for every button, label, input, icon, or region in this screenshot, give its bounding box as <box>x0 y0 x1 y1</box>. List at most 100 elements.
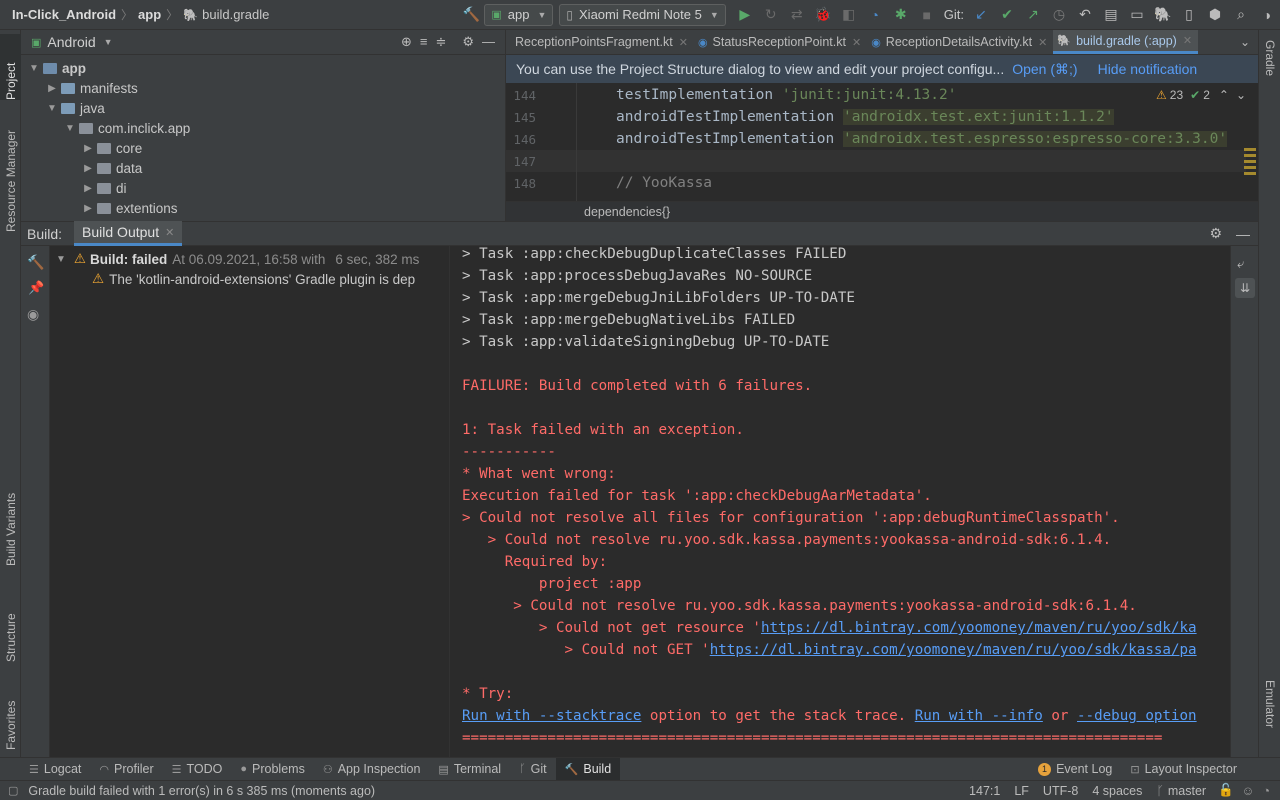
git-branch[interactable]: master <box>1168 784 1206 798</box>
apply-changes-icon[interactable]: ↻ <box>758 3 784 27</box>
settings-sync-icon[interactable]: ◑ <box>1254 3 1280 27</box>
tab-build-output[interactable]: Build Output ✕ <box>74 221 183 246</box>
tree-item[interactable]: ▶ extentions <box>21 198 505 218</box>
indent-setting[interactable]: 4 spaces <box>1092 784 1142 798</box>
hide-notification-link[interactable]: Hide notification <box>1098 61 1198 77</box>
chevron-down-icon[interactable]: ▼ <box>27 63 41 74</box>
sync-gradle-icon[interactable]: 🐘 <box>1150 3 1176 27</box>
close-icon[interactable]: ✕ <box>1183 34 1192 47</box>
git-push-icon[interactable]: ↗ <box>1020 3 1046 27</box>
tab-git[interactable]: ᚴ Git <box>510 758 556 781</box>
close-icon[interactable]: ✕ <box>852 36 861 49</box>
tree-item[interactable]: ▼ com.inclick.app <box>21 118 505 138</box>
tab-build[interactable]: 🔨 Build <box>555 757 621 781</box>
tab-resource-manager[interactable]: Resource Manager <box>0 112 21 232</box>
collapse-all-icon[interactable]: ≑ <box>435 34 446 50</box>
code-line[interactable]: 147 <box>506 150 1246 172</box>
tree-item[interactable]: ▶ core <box>21 138 505 158</box>
scroll-to-end-icon[interactable]: ⇊ <box>1235 278 1255 298</box>
sdk-manager-icon[interactable]: ⬢ <box>1202 3 1228 27</box>
git-history-icon[interactable]: ◷ <box>1046 3 1072 27</box>
tab-layout-inspector[interactable]: ⊡ Layout Inspector <box>1121 758 1246 781</box>
tab-profiler[interactable]: ◠ Profiler <box>90 758 162 781</box>
memory-icon[interactable]: ◔ <box>1262 784 1270 798</box>
code-line[interactable]: 145 androidTestImplementation 'androidx.t… <box>506 106 1246 128</box>
tab-project[interactable]: Project <box>0 34 21 100</box>
attach-debugger-icon[interactable]: ✱ <box>888 3 914 27</box>
close-icon[interactable]: ✕ <box>1038 36 1047 49</box>
hector-icon[interactable]: ☺ <box>1242 784 1255 798</box>
editor-tab[interactable]: ◉ StatusReceptionPoint.kt ✕ <box>694 30 867 54</box>
tab-build-variants[interactable]: Build Variants <box>0 466 21 566</box>
search-everywhere-icon[interactable]: ⌕ <box>1228 3 1254 27</box>
breadcrumb-file[interactable]: build.gradle <box>202 7 269 22</box>
pin-icon[interactable]: 📌 <box>28 280 44 296</box>
code-editor[interactable]: 144 testImplementation 'junit:junit:4.13.… <box>506 83 1258 201</box>
tab-favorites[interactable]: Favorites <box>0 674 21 750</box>
breadcrumb-module[interactable]: app <box>138 7 161 22</box>
tab-problems[interactable]: ● Problems <box>231 758 313 781</box>
line-separator[interactable]: LF <box>1014 784 1029 798</box>
chevron-down-icon[interactable]: ▼ <box>104 37 113 47</box>
code-line[interactable]: 148// YooKassa <box>506 172 1246 194</box>
stop-icon[interactable]: ■ <box>914 3 940 27</box>
coverage-icon[interactable]: ◧ <box>836 3 862 27</box>
tree-item[interactable]: ▶ di <box>21 178 505 198</box>
tree-item[interactable]: ▼ java <box>21 98 505 118</box>
tab-app-inspection[interactable]: ⚇ App Inspection <box>314 758 430 781</box>
debug-icon[interactable]: 🐞 <box>810 3 836 27</box>
project-structure-icon[interactable]: ▤ <box>1098 3 1124 27</box>
editor-error-stripe[interactable] <box>1244 148 1256 192</box>
tab-terminal[interactable]: ▤ Terminal <box>429 758 510 781</box>
open-project-structure-link[interactable]: Open (⌘;) <box>1012 61 1077 78</box>
avd-manager-icon[interactable]: ▭ <box>1124 3 1150 27</box>
build-console[interactable]: > Task :app:checkDebugDuplicateClasses F… <box>450 246 1230 757</box>
tree-item[interactable]: ▶ manifests <box>21 78 505 98</box>
console-link[interactable]: https://dl.bintray.com/yoomoney/maven/ru… <box>761 620 1197 636</box>
device-select[interactable]: ▯ Xiaomi Redmi Note 5 ▼ <box>559 3 726 26</box>
git-rollback-icon[interactable]: ↶ <box>1072 3 1098 27</box>
breadcrumb-project[interactable]: In-Click_Android <box>12 7 116 22</box>
chevron-right-icon[interactable]: ▶ <box>81 183 95 194</box>
soft-wrap-icon[interactable]: ⤶ <box>1237 256 1244 272</box>
chevron-down-icon[interactable]: ▼ <box>45 103 59 114</box>
editor-tab[interactable]: ◉ ReceptionDetailsActivity.kt ✕ <box>867 30 1053 54</box>
apply-code-changes-icon[interactable]: ⇄ <box>784 3 810 27</box>
chevron-up-icon[interactable]: ⌃ <box>1219 88 1229 102</box>
profile-icon[interactable]: ◔ <box>862 3 888 27</box>
run-icon[interactable]: ▶ <box>732 3 758 27</box>
lock-icon[interactable]: 🔓 <box>1218 783 1234 798</box>
chevron-down-icon[interactable]: ⌄ <box>1236 88 1246 102</box>
tab-gradle[interactable]: Gradle <box>1259 40 1280 100</box>
editor-tab[interactable]: ReceptionPointsFragment.kt ✕ <box>506 30 694 54</box>
build-warning-row[interactable]: ⚠ The 'kotlin-android-extensions' Gradle… <box>92 269 415 289</box>
code-line[interactable]: 144 testImplementation 'junit:junit:4.13.… <box>506 84 1246 106</box>
tab-emulator[interactable]: Emulator <box>1259 680 1280 750</box>
tree-item[interactable]: ▶ data <box>21 158 505 178</box>
console-link[interactable]: --debug option <box>1077 708 1197 724</box>
rebuild-hammer-icon[interactable]: 🔨 <box>27 254 44 271</box>
gear-icon[interactable]: ⚙ <box>1209 225 1222 242</box>
locate-file-icon[interactable]: ⊕ <box>401 34 412 50</box>
git-commit-icon[interactable]: ✔ <box>994 3 1020 27</box>
code-breadcrumb[interactable]: dependencies{} <box>506 201 1258 221</box>
status-message[interactable]: Gradle build failed with 1 error(s) in 6… <box>28 784 375 798</box>
tab-event-log[interactable]: 1 Event Log <box>1029 758 1121 781</box>
file-encoding[interactable]: UTF-8 <box>1043 784 1078 798</box>
chevron-right-icon[interactable]: ▶ <box>81 143 95 154</box>
caret-position[interactable]: 147:1 <box>969 784 1000 798</box>
editor-tab[interactable]: 🐘 build.gradle (:app) ✕ <box>1053 30 1199 54</box>
project-view-select[interactable]: Android <box>47 34 95 50</box>
gear-icon[interactable]: ⚙ <box>462 34 474 50</box>
chevron-right-icon[interactable]: ▶ <box>81 203 95 214</box>
tree-item[interactable]: ▼ app <box>21 58 505 78</box>
toggle-tool-windows-icon[interactable]: ▢ <box>8 784 18 797</box>
console-link[interactable]: Run with --stacktrace <box>462 708 641 724</box>
chevron-down-icon[interactable]: ▼ <box>56 254 66 265</box>
inspection-widget[interactable]: ⚠ 23 ✔ 2 ⌃ ⌄ <box>1156 88 1246 102</box>
hide-panel-icon[interactable]: — <box>1236 226 1250 242</box>
chevron-down-icon[interactable]: ▼ <box>63 123 77 134</box>
make-project-hammer-icon[interactable]: 🔨 <box>458 3 484 27</box>
run-config-select[interactable]: ▣ app ▼ <box>484 3 554 26</box>
tab-list-chevron-icon[interactable]: ⌄ <box>1240 30 1258 54</box>
